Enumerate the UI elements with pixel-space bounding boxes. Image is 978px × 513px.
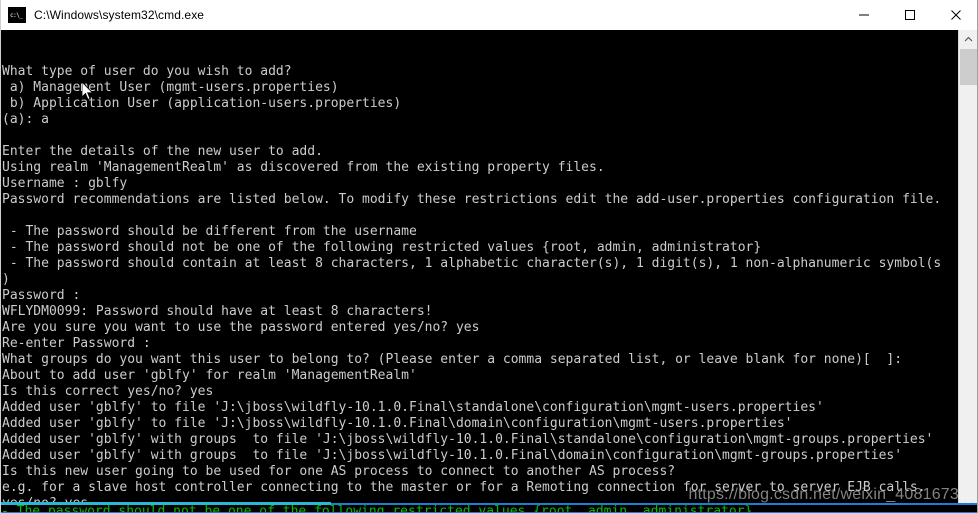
console-line: Re-enter Password : <box>2 336 159 351</box>
console-area[interactable]: What type of user do you wish to add? a)… <box>1 30 977 513</box>
console-line: What groups do you want this user to bel… <box>2 352 910 367</box>
console-line: Password recommendations are listed belo… <box>2 192 942 207</box>
console-line: Added user 'gblfy' to file 'J:\jboss\wil… <box>2 400 824 415</box>
vertical-scrollbar[interactable] <box>958 30 977 513</box>
scrollbar-thumb[interactable] <box>960 49 977 85</box>
console-line: Are you sure you want to use the passwor… <box>2 320 480 335</box>
console-line: Enter the details of the new user to add… <box>2 144 323 159</box>
maximize-button[interactable] <box>887 0 933 30</box>
title-bar[interactable]: c:\_ C:\Windows\system32\cmd.exe <box>1 0 977 31</box>
console-line: Added user 'gblfy' with groups to file '… <box>2 448 903 463</box>
console-line: a) Management User (mgmt-users.propertie… <box>2 80 339 95</box>
close-button[interactable] <box>933 0 977 30</box>
title-bar-left: c:\_ C:\Windows\system32\cmd.exe <box>1 7 841 23</box>
console-line: Added user 'gblfy' with groups to file '… <box>2 432 934 447</box>
window-controls <box>841 0 977 30</box>
console-line: - The password should contain at least 8… <box>2 256 942 271</box>
cmd-icon-glyph: c:\_ <box>9 11 25 22</box>
cmd-window: c:\_ C:\Windows\system32\cmd.exe What ty… <box>0 0 978 513</box>
console-line: Password : <box>2 288 89 303</box>
console-line: Is this correct yes/no? yes <box>2 384 214 399</box>
console-line: (a): a <box>2 112 49 127</box>
console-line: Using realm 'ManagementRealm' as discove… <box>2 160 605 175</box>
chevron-up-icon[interactable] <box>959 30 977 48</box>
console-line: b) Application User (application-users.p… <box>2 96 402 111</box>
console-line: - The password should be different from … <box>2 224 417 239</box>
console-line: Username : gblfy <box>2 176 128 191</box>
console-line: - The password should not be one of the … <box>2 240 762 255</box>
background-window-highlight-bar <box>1 502 331 505</box>
console-line: About to add user 'gblfy' for realm 'Man… <box>2 368 417 383</box>
window-title: C:\Windows\system32\cmd.exe <box>34 8 205 22</box>
console-line: What type of user do you wish to add? <box>2 64 292 79</box>
console-line: Added user 'gblfy' to file 'J:\jboss\wil… <box>2 416 793 431</box>
minimize-button[interactable] <box>841 0 887 30</box>
console-line: WFLYDM0099: Password should have at leas… <box>2 304 433 319</box>
console-output[interactable]: What type of user do you wish to add? a)… <box>1 30 960 513</box>
console-line-list: What type of user do you wish to add? a)… <box>2 64 960 513</box>
watermark-text: https://blog.csdn.net/weixin_4081673 <box>688 486 959 503</box>
cmd-console-icon: c:\_ <box>8 7 26 23</box>
console-line: Is this new user going to be used for on… <box>2 464 676 479</box>
console-line: ) <box>2 272 10 287</box>
